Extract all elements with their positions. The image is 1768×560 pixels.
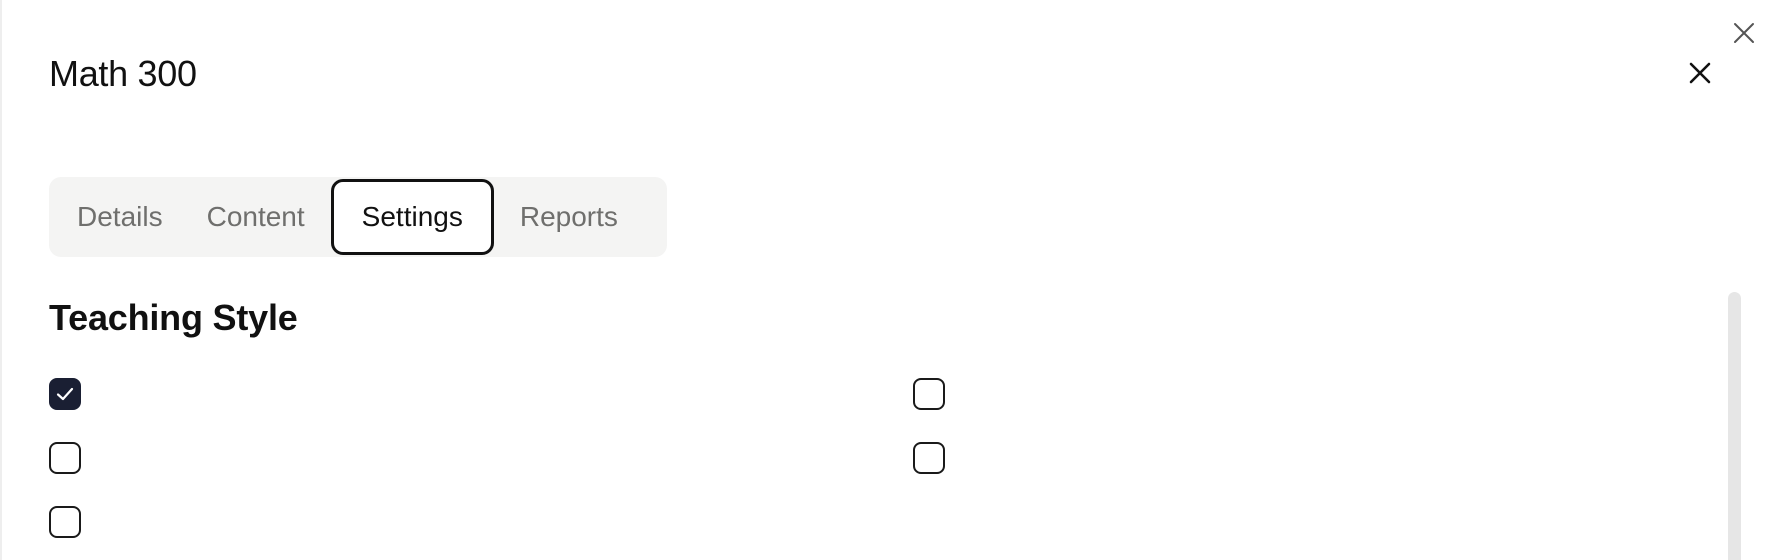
tab-settings[interactable]: Settings bbox=[330, 179, 494, 255]
outer-close-button[interactable] bbox=[1729, 18, 1759, 48]
close-icon bbox=[1689, 62, 1711, 84]
page-title: Math 300 bbox=[49, 53, 197, 94]
app-window: Math 300 Details Content Settings Report… bbox=[0, 0, 1768, 560]
tab-content[interactable]: Content bbox=[185, 179, 327, 255]
teaching-style-checkbox-1[interactable] bbox=[49, 378, 81, 410]
tab-bar: Details Content Settings Reports bbox=[49, 177, 667, 257]
checkmark-icon bbox=[56, 387, 74, 401]
panel-left-border bbox=[0, 0, 2, 560]
panel-close-button[interactable] bbox=[1683, 56, 1717, 90]
teaching-style-checkbox-2[interactable] bbox=[913, 378, 945, 410]
close-icon bbox=[1734, 23, 1754, 43]
scrollbar[interactable] bbox=[1728, 292, 1741, 560]
teaching-style-checkbox-4[interactable] bbox=[913, 442, 945, 474]
teaching-style-checkbox-5[interactable] bbox=[49, 506, 81, 538]
tab-reports[interactable]: Reports bbox=[498, 179, 640, 255]
teaching-style-checkbox-3[interactable] bbox=[49, 442, 81, 474]
section-title: Teaching Style bbox=[49, 297, 298, 338]
tab-details[interactable]: Details bbox=[55, 179, 185, 255]
